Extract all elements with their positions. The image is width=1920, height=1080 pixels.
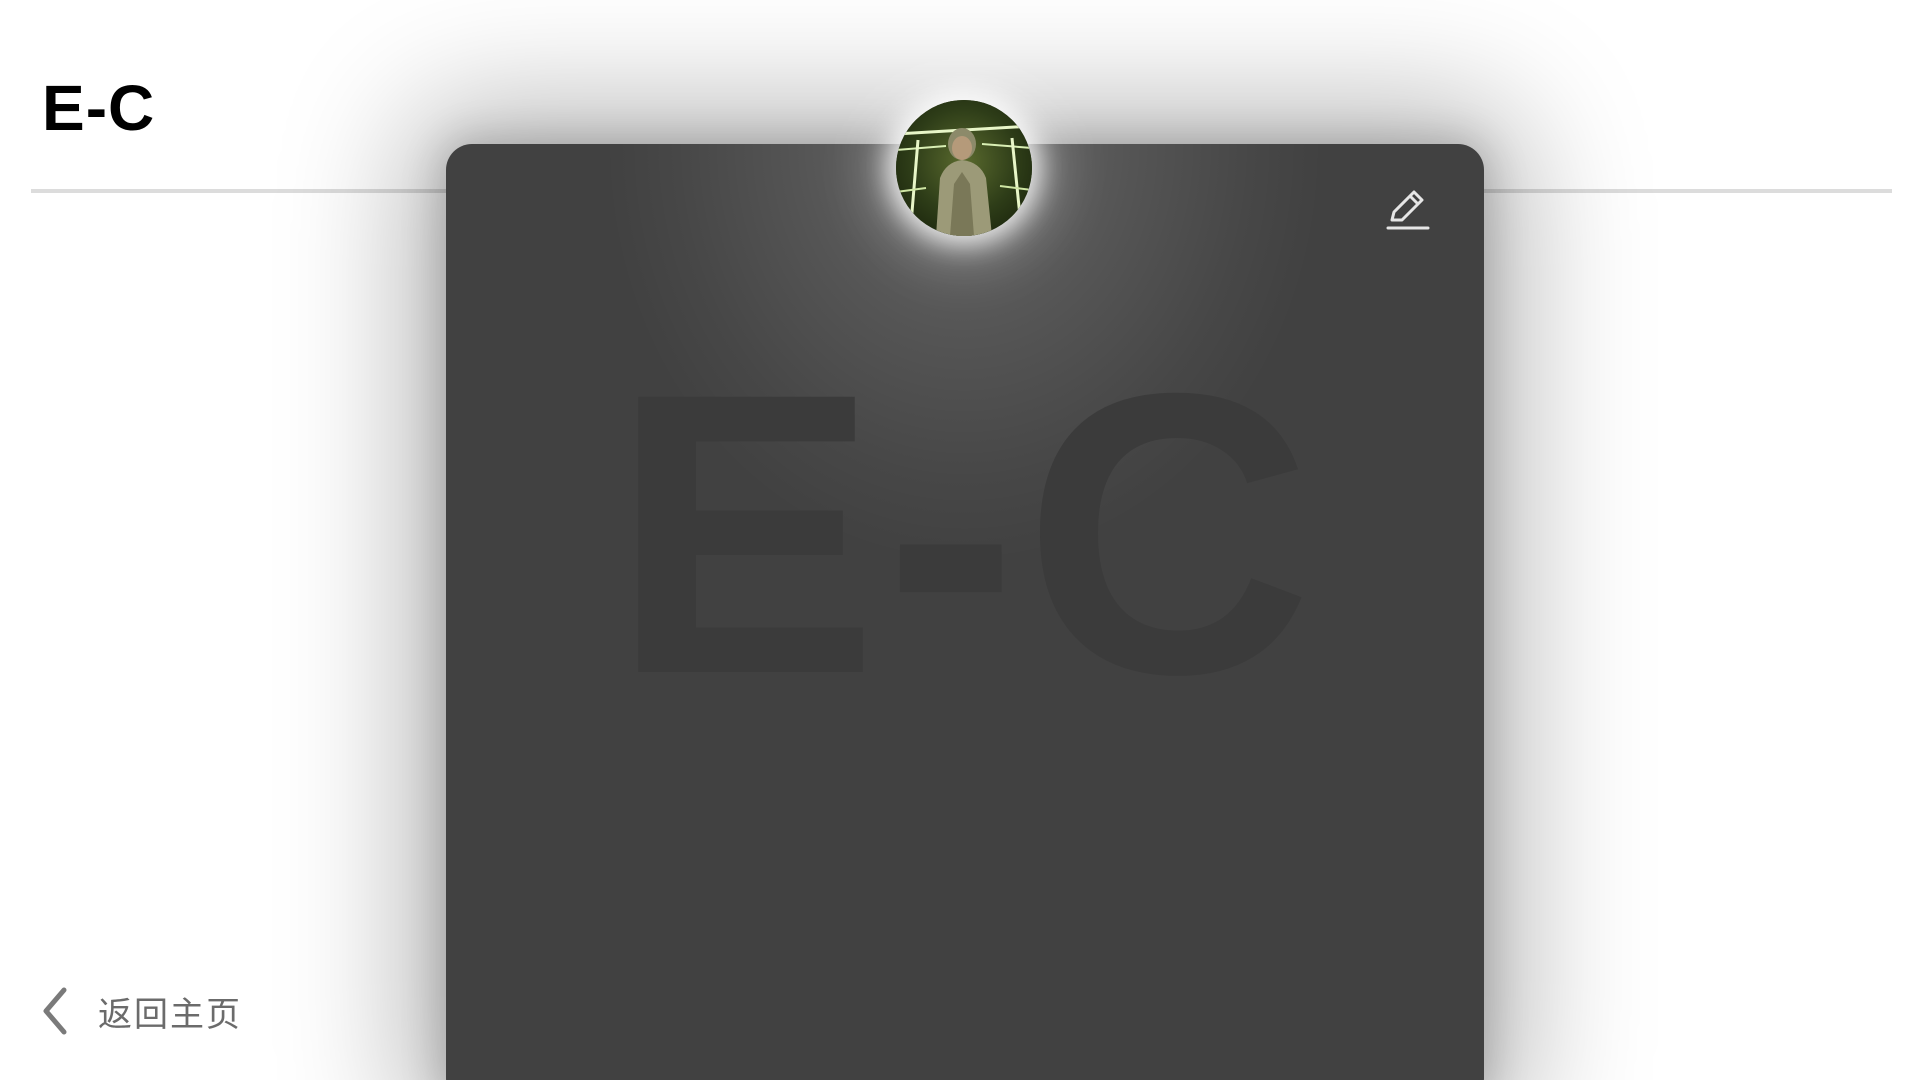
edit-profile-button[interactable] xyxy=(1382,184,1432,234)
profile-page: E-C E-C 返回主页 xyxy=(0,0,1920,1080)
chevron-left-icon xyxy=(43,987,67,1035)
back-to-home-link[interactable]: 返回主页 xyxy=(38,984,242,1038)
avatar-photo xyxy=(896,100,1032,236)
card-watermark: E-C xyxy=(611,310,1319,757)
user-avatar[interactable] xyxy=(896,100,1032,236)
pencil-edit-icon xyxy=(1386,190,1430,230)
profile-card: E-C xyxy=(446,144,1484,1080)
brand-logo[interactable]: E-C xyxy=(42,72,155,144)
back-to-home-label: 返回主页 xyxy=(98,994,242,1035)
